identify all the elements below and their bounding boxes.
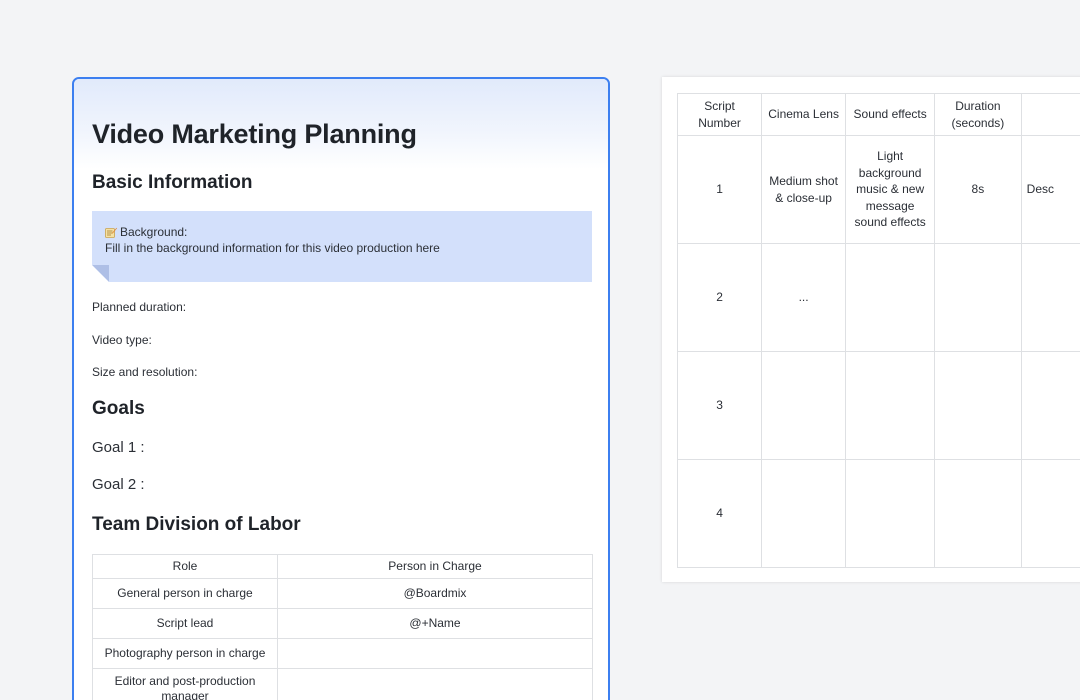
script-table-card[interactable]: Script Number Cinema Lens Sound effects …: [662, 77, 1080, 582]
header-cinema-lens[interactable]: Cinema Lens: [761, 93, 847, 136]
cell-duration[interactable]: [934, 459, 1022, 568]
team-table: Role Person in Charge General person in …: [92, 554, 593, 700]
header-script-number[interactable]: Script Number: [676, 93, 763, 136]
goal-2-field[interactable]: Goal 2 :: [92, 476, 145, 493]
cell-extra[interactable]: [1020, 243, 1080, 352]
basic-information-heading[interactable]: Basic Information: [92, 172, 592, 194]
cell-sound-effects[interactable]: [845, 459, 936, 568]
planning-document-card[interactable]: Video Marketing Planning Basic Informati…: [72, 77, 610, 700]
table-row: Editor and post-production manager: [92, 668, 593, 700]
video-type-field[interactable]: Video type:: [92, 333, 152, 347]
header-sound-effects[interactable]: Sound effects: [845, 93, 936, 136]
callout-title: Background:: [105, 225, 187, 239]
team-cell-role[interactable]: Script lead: [92, 608, 278, 639]
team-header-role[interactable]: Role: [92, 554, 278, 579]
cell-extra[interactable]: Desc: [1020, 135, 1080, 244]
header-duration[interactable]: Duration (seconds): [934, 93, 1022, 136]
cell-extra[interactable]: [1020, 351, 1080, 460]
cell-script-number[interactable]: 2: [676, 243, 763, 352]
cell-cinema-lens[interactable]: [761, 459, 847, 568]
goals-heading[interactable]: Goals: [92, 398, 592, 420]
table-row: 3: [676, 351, 1080, 460]
cell-duration[interactable]: [934, 351, 1022, 460]
background-callout[interactable]: Background: Fill in the background infor…: [92, 211, 592, 282]
callout-title-text: Background:: [120, 225, 188, 239]
cell-sound-effects[interactable]: [845, 243, 936, 352]
cell-script-number[interactable]: 4: [676, 459, 763, 568]
team-division-heading[interactable]: Team Division of Labor: [92, 514, 592, 536]
header-extra[interactable]: [1020, 93, 1080, 136]
team-cell-role[interactable]: Photography person in charge: [92, 638, 278, 669]
size-resolution-field[interactable]: Size and resolution:: [92, 365, 197, 379]
cell-script-number[interactable]: 1: [676, 135, 763, 244]
memo-icon: [105, 227, 117, 238]
script-table: Script Number Cinema Lens Sound effects …: [676, 93, 1080, 568]
sticky-note-fold: [92, 265, 109, 282]
document-title[interactable]: Video Marketing Planning: [92, 119, 592, 150]
cell-sound-effects[interactable]: Light background music & new message sou…: [845, 135, 936, 244]
cell-cinema-lens[interactable]: [761, 351, 847, 460]
cell-script-number[interactable]: 3: [676, 351, 763, 460]
callout-body-text: Fill in the background information for t…: [105, 241, 440, 255]
cell-sound-effects[interactable]: [845, 351, 936, 460]
goal-1-field[interactable]: Goal 1 :: [92, 439, 145, 456]
cell-extra[interactable]: [1020, 459, 1080, 568]
table-row: 1 Medium shot & close-up Light backgroun…: [676, 135, 1080, 244]
script-header-row: Script Number Cinema Lens Sound effects …: [676, 93, 1080, 136]
table-row: 2 ...: [676, 243, 1080, 352]
team-cell-person[interactable]: [277, 668, 593, 700]
table-row: Script lead @+Name: [92, 608, 593, 639]
table-row: Photography person in charge: [92, 638, 593, 669]
planned-duration-field[interactable]: Planned duration:: [92, 300, 186, 314]
cell-cinema-lens[interactable]: Medium shot & close-up: [761, 135, 847, 244]
table-row: General person in charge @Boardmix: [92, 578, 593, 609]
team-cell-role[interactable]: General person in charge: [92, 578, 278, 609]
cell-duration[interactable]: [934, 243, 1022, 352]
cell-cinema-lens[interactable]: ...: [761, 243, 847, 352]
team-table-header-row: Role Person in Charge: [92, 554, 593, 579]
team-cell-role[interactable]: Editor and post-production manager: [92, 668, 278, 700]
team-cell-person[interactable]: @+Name: [277, 608, 593, 639]
cell-duration[interactable]: 8s: [934, 135, 1022, 244]
team-cell-person[interactable]: [277, 638, 593, 669]
whiteboard-canvas[interactable]: Video Marketing Planning Basic Informati…: [0, 0, 1080, 700]
team-header-person[interactable]: Person in Charge: [277, 554, 593, 579]
team-cell-person[interactable]: @Boardmix: [277, 578, 593, 609]
table-row: 4: [676, 459, 1080, 568]
